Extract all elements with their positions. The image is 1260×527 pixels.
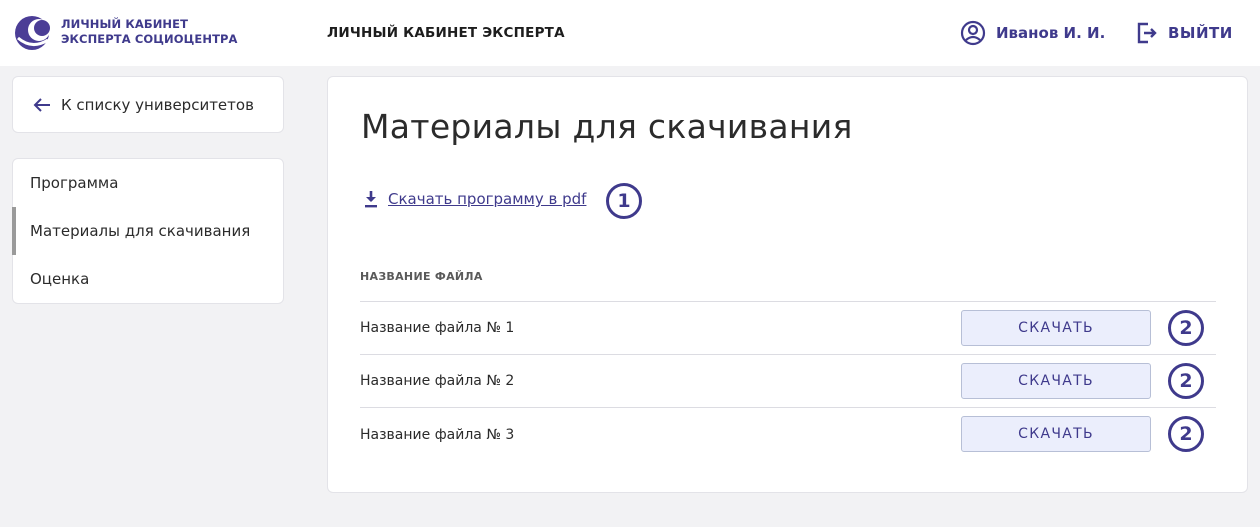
back-card: К списку университетов	[12, 76, 284, 133]
files-table: НАЗВАНИЕ ФАЙЛА Название файла № 1 СКАЧАТ…	[360, 261, 1216, 461]
download-pdf-label: Скачать программу в pdf	[388, 190, 587, 208]
annotation-marker-2: 2	[1168, 363, 1204, 399]
sidebar-item-materials[interactable]: Материалы для скачивания	[12, 207, 283, 255]
file-name: Название файла № 1	[360, 320, 515, 336]
download-button[interactable]: СКАЧАТЬ	[961, 363, 1151, 399]
download-button[interactable]: СКАЧАТЬ	[961, 416, 1151, 452]
table-row: Название файла № 2 СКАЧАТЬ 2	[360, 355, 1216, 408]
sidebar-nav: Программа Материалы для скачивания Оценк…	[12, 158, 284, 304]
annotation-marker-2: 2	[1168, 416, 1204, 452]
user-circle-icon	[960, 20, 986, 46]
file-name: Название файла № 2	[360, 373, 515, 389]
page-title: Материалы для скачивания	[361, 107, 853, 146]
user-menu[interactable]: Иванов И. И.	[960, 20, 1105, 46]
logout-icon	[1137, 22, 1157, 44]
logout-button[interactable]: ВЫЙТИ	[1136, 20, 1233, 46]
annotation-marker-2: 2	[1168, 310, 1204, 346]
download-button[interactable]: СКАЧАТЬ	[961, 310, 1151, 346]
file-name: Название файла № 3	[360, 426, 515, 443]
files-table-header: НАЗВАНИЕ ФАЙЛА	[360, 261, 1216, 302]
download-icon	[365, 191, 377, 208]
download-pdf-link[interactable]: Скачать программу в pdf	[362, 189, 586, 209]
main-content: Материалы для скачивания Скачать програм…	[327, 76, 1248, 493]
header-title: ЛИЧНЫЙ КАБИНЕТ ЭКСПЕРТА	[327, 25, 565, 41]
logo-icon[interactable]	[12, 14, 54, 52]
logout-label: ВЫЙТИ	[1168, 24, 1233, 42]
sidebar-item-evaluation[interactable]: Оценка	[13, 255, 283, 303]
user-name: Иванов И. И.	[996, 24, 1106, 42]
arrow-left-icon	[33, 97, 50, 112]
sidebar-item-program[interactable]: Программа	[13, 159, 283, 207]
logo-text: ЛИЧНЫЙ КАБИНЕТ ЭКСПЕРТА СОЦИОЦЕНТРА	[61, 17, 238, 47]
annotation-marker-1: 1	[606, 183, 642, 219]
back-link-label: К списку университетов	[61, 95, 254, 114]
table-row: Название файла № 1 СКАЧАТЬ 2	[360, 302, 1216, 355]
table-row: Название файла № 3 СКАЧАТЬ 2	[360, 408, 1216, 461]
back-to-universities-link[interactable]: К списку университетов	[13, 77, 283, 132]
logo-line-2: ЭКСПЕРТА СОЦИОЦЕНТРА	[61, 32, 238, 46]
logo-line-1: ЛИЧНЫЙ КАБИНЕТ	[61, 17, 189, 31]
header: ЛИЧНЫЙ КАБИНЕТ ЭКСПЕРТА СОЦИОЦЕНТРА ЛИЧН…	[0, 0, 1260, 66]
